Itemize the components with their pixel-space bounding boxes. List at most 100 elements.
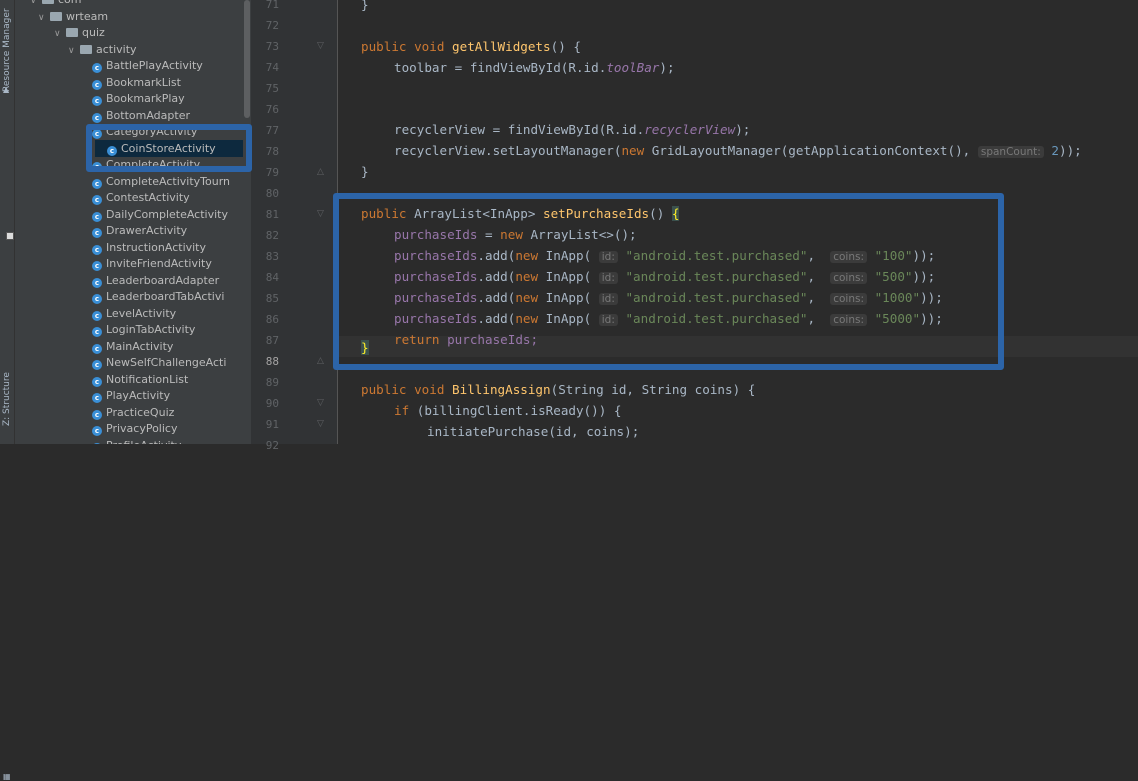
tree-item-label: InviteFriendActivity — [106, 257, 212, 270]
tree-item-leaderboardadapter[interactable]: c LeaderboardAdapter — [92, 272, 219, 289]
tree-item-categoryactivity[interactable]: c CategoryActivity — [92, 123, 197, 140]
tree-folder-quiz[interactable]: ∨ quiz — [54, 24, 105, 41]
code-line-74[interactable]: toolbar = findViewById(R.id.toolBar); — [394, 57, 675, 78]
fold-marker-icon[interactable]: △ — [316, 351, 325, 372]
fold-marker-icon[interactable]: ▽ — [316, 204, 325, 225]
string-literal: "android.test.purchased" — [625, 248, 808, 263]
code-line-87[interactable]: return purchaseIds; — [394, 329, 538, 350]
line-number[interactable]: 71 — [251, 0, 279, 15]
line-number[interactable]: 78 — [251, 141, 279, 162]
keyword-new: new — [515, 290, 539, 305]
number-literal: 2 — [1051, 143, 1059, 158]
line-number[interactable]: 83 — [251, 246, 279, 267]
tree-item-logintabactivity[interactable]: c LoginTabActivity — [92, 321, 195, 338]
tree-item-bookmarkplay[interactable]: c BookmarkPlay — [92, 90, 185, 107]
tree-folder-wrteam[interactable]: ∨ wrteam — [38, 8, 108, 25]
line-number[interactable]: 88 — [251, 351, 279, 372]
code-line-81[interactable]: public ArrayList<InApp> setPurchaseIds()… — [361, 203, 680, 224]
tree-item-playactivity[interactable]: c PlayActivity — [92, 387, 170, 404]
fold-marker-icon[interactable]: ▽ — [316, 36, 325, 57]
line-number[interactable]: 75 — [251, 78, 279, 99]
line-number[interactable]: 85 — [251, 288, 279, 309]
code-line-78[interactable]: recyclerView.setLayoutManager(new GridLa… — [394, 140, 1082, 161]
tree-item-draweractivity[interactable]: c DrawerActivity — [92, 222, 187, 239]
code-line-71[interactable]: } — [361, 0, 369, 15]
code-line-77[interactable]: recyclerView = findViewById(R.id.recycle… — [394, 119, 750, 140]
line-number[interactable]: 73 — [251, 36, 279, 57]
code-line-91[interactable]: if (billingClient.isReady()) { — [394, 400, 621, 421]
tree-item-battleplayactivity[interactable]: c BattlePlayActivity — [92, 57, 203, 74]
expand-chevron-icon[interactable]: ∨ — [54, 26, 66, 43]
line-number[interactable]: 77 — [251, 120, 279, 141]
code-text: () { — [550, 39, 581, 54]
code-editor[interactable]: } public void getAllWidgets() { toolbar … — [338, 0, 1138, 444]
code-line-90[interactable]: public void BillingAssign(String id, Str… — [361, 379, 755, 400]
line-number[interactable]: 91 — [251, 414, 279, 435]
tree-item-instructionactivity[interactable]: c InstructionActivity — [92, 239, 206, 256]
string-literal: "100" — [874, 248, 913, 263]
tree-item-bottomadapter[interactable]: c BottomAdapter — [92, 107, 190, 124]
tree-item-bookmarklist[interactable]: c BookmarkList — [92, 74, 181, 91]
code-line-88[interactable]: } — [361, 337, 369, 358]
tree-item-practicequiz[interactable]: c PracticeQuiz — [92, 404, 174, 421]
code-line-purchase-add[interactable]: purchaseIds.add(new InApp( id: "android.… — [394, 287, 943, 308]
tree-item-levelactivity[interactable]: c LevelActivity — [92, 305, 176, 322]
code-line-purchase-add[interactable]: purchaseIds.add(new InApp( id: "android.… — [394, 245, 935, 266]
resource-manager-tab[interactable]: Resource Manager ▲ — [0, 0, 14, 95]
tree-folder-activity[interactable]: ∨ activity — [68, 41, 137, 58]
java-class-icon: c — [92, 376, 102, 387]
tree-item-mainactivity[interactable]: c MainActivity — [92, 338, 173, 355]
tree-item-privacypolicy[interactable]: c PrivacyPolicy — [92, 420, 177, 437]
line-number[interactable]: 74 — [251, 57, 279, 78]
line-number[interactable]: 80 — [251, 183, 279, 204]
tree-item-contestactivity[interactable]: c ContestActivity — [92, 189, 190, 206]
tree-scrollbar[interactable] — [243, 0, 251, 444]
line-number[interactable]: 92 — [251, 435, 279, 456]
line-number[interactable]: 89 — [251, 372, 279, 393]
line-number[interactable]: 84 — [251, 267, 279, 288]
parameter-hint: id: — [598, 251, 618, 263]
structure-tab[interactable]: Z: Structure ▦ — [0, 360, 14, 780]
parameter-hint: coins: — [830, 314, 867, 326]
tree-item-invitefriendactivity[interactable]: c InviteFriendActivity — [92, 255, 212, 272]
expand-chevron-icon[interactable]: ∨ — [68, 43, 80, 60]
line-number[interactable]: 79 — [251, 162, 279, 183]
fold-marker-icon[interactable]: △ — [316, 162, 325, 183]
code-text: )); — [1058, 143, 1082, 158]
line-number[interactable]: 72 — [251, 15, 279, 36]
code-text: , — [807, 248, 831, 263]
tree-item-label: activity — [96, 42, 137, 56]
line-number[interactable]: 86 — [251, 309, 279, 330]
code-line-92[interactable]: initiatePurchase(id, coins); — [427, 421, 639, 442]
tree-item-coinstoreactivity[interactable]: c CoinStoreActivity — [95, 139, 243, 157]
tree-item-completeactivity[interactable]: c CompleteActivity — [92, 156, 200, 173]
tree-item-leaderboardtabactivi[interactable]: c LeaderboardTabActivi — [92, 288, 224, 305]
expand-chevron-icon[interactable]: ∨ — [38, 10, 50, 27]
project-tree: ∨com∨wrteam∨quiz∨activitycBattlePlayActi… — [15, 0, 243, 444]
line-number[interactable]: 87 — [251, 330, 279, 351]
line-number[interactable]: 90 — [251, 393, 279, 414]
tree-scrollbar-thumb[interactable] — [244, 0, 250, 118]
line-number[interactable]: 82 — [251, 225, 279, 246]
line-number[interactable]: 81 — [251, 204, 279, 225]
tree-item-label: PlayActivity — [106, 389, 171, 402]
tree-item-dailycompleteactivity[interactable]: c DailyCompleteActivity — [92, 206, 228, 223]
code-line-purchase-add[interactable]: purchaseIds.add(new InApp( id: "android.… — [394, 266, 935, 287]
tree-item-newselfchallengeacti[interactable]: c NewSelfChallengeActi — [92, 354, 226, 371]
fold-marker-icon[interactable]: ▽ — [316, 393, 325, 414]
code-text: .add( — [477, 311, 516, 326]
tree-item-completeactivitytourn[interactable]: c CompleteActivityTourn — [92, 173, 230, 190]
panel-resize-handle[interactable] — [6, 232, 14, 240]
code-line-purchase-add[interactable]: purchaseIds.add(new InApp( id: "android.… — [394, 308, 943, 329]
tree-item-notificationlist[interactable]: c NotificationList — [92, 371, 188, 388]
tool-window-strip: Resource Manager ▲ Z: Structure ▦ — [0, 0, 15, 781]
fold-marker-icon[interactable]: ▽ — [316, 414, 325, 435]
code-line-73[interactable]: public void getAllWidgets() { — [361, 36, 581, 57]
tree-item-profileactivity[interactable]: cProfileActivity — [92, 437, 181, 444]
string-literal: "500" — [874, 269, 913, 284]
string-literal: "1000" — [874, 290, 921, 305]
line-number[interactable]: 76 — [251, 99, 279, 120]
code-line-79[interactable]: } — [361, 161, 369, 182]
code-line-82[interactable]: purchaseIds = new ArrayList<>(); — [394, 224, 637, 245]
